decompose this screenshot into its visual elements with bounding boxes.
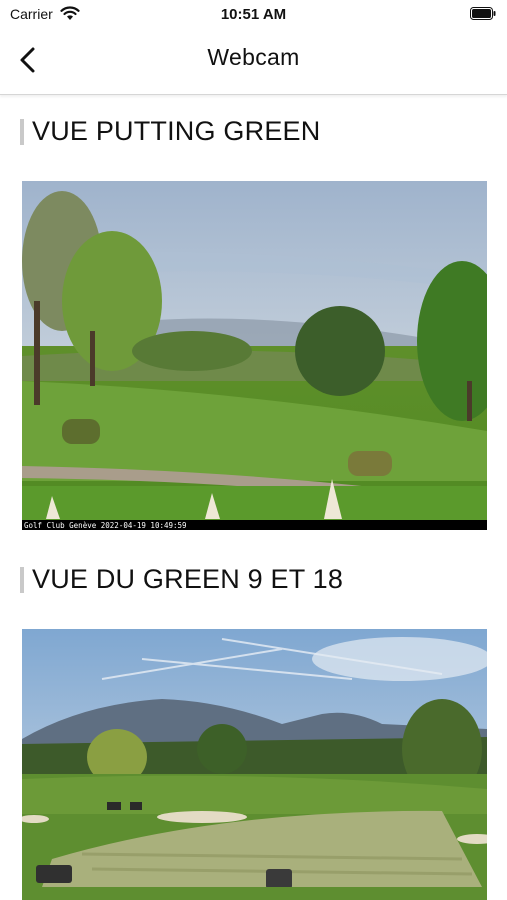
status-time: 10:51 AM: [220, 6, 287, 23]
webcam-image-putting-green[interactable]: Golf Club Genève 2022-04-19 10:49:59: [22, 181, 487, 530]
battery-icon: [470, 7, 496, 20]
section-title-putting-green: VUE PUTTING GREEN: [20, 116, 320, 147]
webcam-scene-1: Golf Club Genève 2022-04-19 10:49:59: [22, 181, 487, 530]
page-title: Webcam: [207, 44, 300, 70]
webcam-timestamp: Golf Club Genève 2022-04-19 10:49:59: [24, 521, 187, 530]
section-accent-bar: [20, 566, 24, 593]
section-accent-bar: [20, 118, 24, 145]
section-title-text: VUE PUTTING GREEN: [32, 116, 321, 146]
status-bar: Carrier 10:51 AM: [0, 0, 507, 30]
webcam-scene-2: [22, 629, 487, 900]
section-title-text: VUE DU GREEN 9 ET 18: [32, 564, 344, 594]
section-title-green-9-18: VUE DU GREEN 9 ET 18: [20, 564, 343, 595]
nav-bar: Webcam: [0, 30, 507, 95]
webcam-image-green-9-18[interactable]: [22, 629, 487, 900]
